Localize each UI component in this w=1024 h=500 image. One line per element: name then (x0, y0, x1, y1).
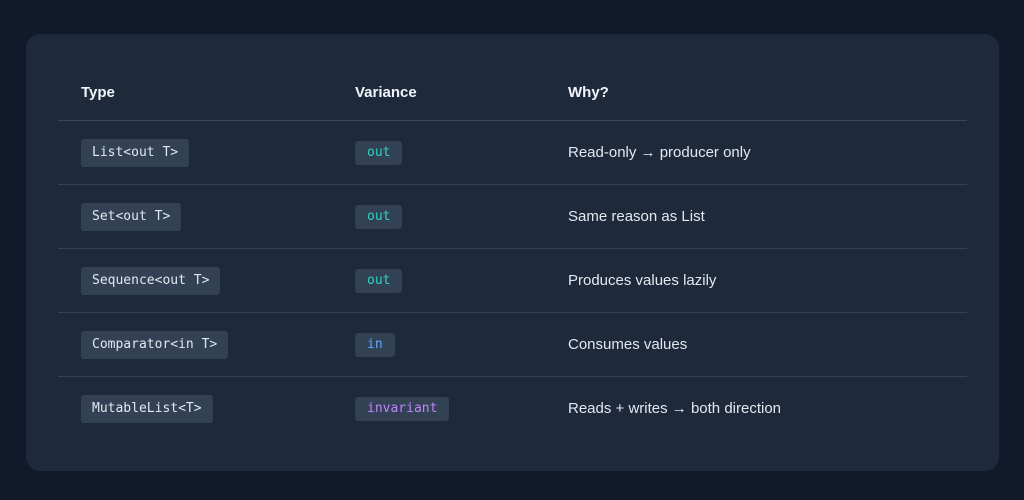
variance-cell: out (355, 248, 568, 313)
why-cell: Produces values lazily (568, 248, 967, 313)
variance-badge: in (355, 332, 395, 357)
type-code: Set<out T> (81, 202, 182, 231)
table-header-row: Type Variance Why? (58, 64, 967, 121)
type-cell: Set<out T> (58, 184, 355, 249)
why-cell: Same reason as List (568, 184, 967, 249)
type-code: MutableList<T> (81, 394, 213, 423)
header-type: Type (58, 64, 355, 121)
variance-cell: in (355, 312, 568, 377)
table-row: MutableList<T> invariant Reads + writes … (58, 377, 967, 441)
variance-badge: out (355, 204, 403, 229)
variance-badge: out (355, 268, 403, 293)
why-cell: Read-only → producer only (568, 120, 967, 185)
table-row: Sequence<out T> out Produces values lazi… (58, 248, 967, 313)
header-why: Why? (568, 64, 967, 121)
why-cell: Reads + writes → both direction (568, 400, 782, 417)
variance-table-card: Type Variance Why? List<out T> out Read-… (26, 34, 999, 471)
table-row: List<out T> out Read-only → producer onl… (58, 120, 967, 185)
type-cell: List<out T> (58, 120, 355, 185)
why-cell: Consumes values (568, 312, 967, 377)
variance-table: Type Variance Why? List<out T> out Read-… (58, 64, 967, 440)
variance-cell: invariant (355, 377, 568, 441)
table-row: Comparator<in T> in Consumes values (58, 312, 967, 377)
type-cell: Comparator<in T> (58, 312, 355, 377)
variance-badge: out (355, 140, 403, 165)
type-code: List<out T> (81, 138, 190, 167)
type-code: Sequence<out T> (81, 266, 221, 295)
table-row: Set<out T> out Same reason as List (58, 184, 967, 249)
header-variance: Variance (355, 64, 568, 121)
type-cell: MutableList<T> (58, 377, 355, 441)
type-cell: Sequence<out T> (58, 248, 355, 313)
variance-cell: out (355, 184, 568, 249)
variance-badge: invariant (355, 396, 450, 421)
type-code: Comparator<in T> (81, 330, 229, 359)
variance-cell: out (355, 120, 568, 185)
